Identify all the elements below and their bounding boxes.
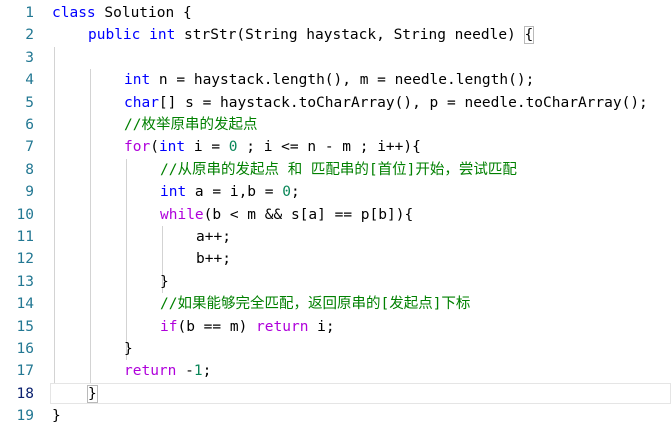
- code-token: strStr(String haystack, String needle): [175, 27, 525, 44]
- code-keyword: public: [88, 27, 141, 44]
- line-number: 8: [25, 161, 34, 178]
- code-line[interactable]: 11 a++;: [0, 226, 671, 248]
- line-number: 18: [16, 385, 34, 402]
- line-code: char[] s = haystack.toCharArray(), p = n…: [124, 92, 648, 114]
- code-editor[interactable]: 1 class Solution { 2 public int strStr(Stri…: [0, 0, 671, 427]
- line-code: b++;: [196, 248, 231, 270]
- code-comment: //从原串的发起点 和 匹配串的[首位]开始，尝试匹配: [160, 161, 517, 178]
- code-token: -: [176, 363, 194, 380]
- code-keyword: int: [124, 72, 151, 89]
- code-comment: //如果能够完全匹配，返回原串的[发起点]下标: [160, 296, 471, 313]
- line-code: }: [160, 271, 169, 293]
- code-token: 1: [193, 363, 203, 380]
- line-code: for(int i = 0 ; i <= n - m ; i++){: [124, 136, 421, 158]
- line-code: int n = haystack.length(), m = needle.le…: [124, 69, 534, 91]
- line-number: 6: [25, 117, 34, 133]
- code-token: }: [160, 273, 169, 290]
- code-token: ; i <= n - m ; i++){: [237, 139, 421, 156]
- line-number: 12: [16, 251, 34, 268]
- code-token: a = i,b =: [186, 184, 283, 201]
- line-code: }: [52, 405, 61, 427]
- code-token: 0: [282, 184, 291, 201]
- code-token: (b < m && s[a] == p[b]){: [203, 206, 414, 223]
- code-line[interactable]: 3: [0, 47, 671, 69]
- line-code: a++;: [196, 226, 231, 248]
- line-code: class Solution {: [52, 2, 192, 24]
- code-token: b++;: [196, 251, 231, 268]
- line-code: while(b < m && s[a] == p[b]){: [160, 204, 413, 226]
- line-code: public int strStr(String haystack, Strin…: [88, 24, 535, 46]
- code-keyword: int: [158, 139, 186, 156]
- line-number: 4: [25, 72, 34, 89]
- code-line[interactable]: 17 return -1;: [0, 360, 671, 382]
- line-number: 17: [16, 363, 34, 380]
- code-keyword: int: [149, 27, 176, 44]
- code-token: }: [124, 341, 133, 357]
- code-keyword: while: [160, 206, 204, 223]
- code-line[interactable]: 12 b++;: [0, 248, 671, 270]
- line-number: 19: [16, 408, 34, 425]
- line-number: 7: [25, 139, 34, 156]
- code-token: a++;: [196, 229, 231, 245]
- line-code: //枚举原串的发起点: [124, 114, 257, 136]
- code-keyword: return: [124, 363, 177, 380]
- current-line-highlight: [50, 383, 671, 405]
- line-code: }: [87, 383, 98, 405]
- line-number: 3: [25, 49, 34, 66]
- line-number: 15: [16, 318, 34, 335]
- line-number: 10: [16, 206, 34, 223]
- code-token: i;: [308, 318, 335, 335]
- code-keyword: if: [160, 318, 178, 335]
- code-token: [] s = haystack.toCharArray(), p = needl…: [158, 94, 648, 111]
- line-code: return -1;: [124, 360, 211, 382]
- code-keyword: char: [124, 94, 159, 111]
- line-code: }: [124, 338, 133, 360]
- code-keyword: class: [52, 5, 96, 21]
- line-code: //如果能够完全匹配，返回原串的[发起点]下标: [160, 293, 470, 315]
- line-number: 1: [25, 5, 34, 21]
- code-line[interactable]: 7 for(int i = 0 ; i <= n - m ; i++){: [0, 136, 671, 158]
- code-keyword: int: [160, 184, 187, 201]
- code-line[interactable]: 4 int n = haystack.length(), m = needle.l…: [0, 69, 671, 91]
- code-line[interactable]: 19}: [0, 405, 671, 427]
- line-number: 5: [25, 94, 34, 111]
- code-token: n = haystack.length(), m = needle.length…: [150, 72, 535, 89]
- code-keyword: for: [124, 139, 151, 156]
- code-line[interactable]: 13}: [0, 271, 671, 293]
- code-token: i =: [185, 139, 229, 156]
- code-token: (: [150, 139, 159, 156]
- code-keyword: return: [256, 318, 309, 335]
- code-token: ;: [202, 363, 212, 380]
- line-code: //从原串的发起点 和 匹配串的[首位]开始，尝试匹配: [160, 159, 517, 181]
- code-line[interactable]: 5 char[] s = haystack.toCharArray(), p = …: [0, 92, 671, 114]
- code-token: {: [523, 26, 535, 45]
- code-line[interactable]: 14 //如果能够完全匹配，返回原串的[发起点]下标: [0, 293, 671, 315]
- code-token: (b == m): [177, 318, 257, 335]
- line-code: if(b == m) return i;: [160, 316, 335, 338]
- code-line[interactable]: 10 while(b < m && s[a] == p[b]){: [0, 204, 671, 226]
- line-number: 2: [25, 27, 34, 44]
- line-number: 9: [25, 184, 34, 201]
- code-line[interactable]: 9 int a = i,b = 0;: [0, 181, 671, 203]
- code-token: }: [87, 384, 98, 403]
- line-number: 14: [16, 296, 34, 313]
- code-token: 0: [228, 139, 238, 156]
- code-line[interactable]: 16}: [0, 338, 671, 360]
- line-number: 16: [16, 341, 34, 357]
- code-token: Solution {: [95, 5, 192, 21]
- code-comment: //枚举原串的发起点: [124, 117, 258, 133]
- code-token: }: [52, 408, 61, 425]
- code-line[interactable]: 15 if(b == m) return i;: [0, 316, 671, 338]
- text-cursor: [96, 384, 98, 403]
- code-line[interactable]: 18}: [0, 382, 671, 406]
- code-line[interactable]: 8 //从原串的发起点 和 匹配串的[首位]开始，尝试匹配: [0, 159, 671, 181]
- code-line[interactable]: 6 //枚举原串的发起点: [0, 114, 671, 136]
- line-number: 13: [16, 273, 34, 290]
- code-line[interactable]: 1 class Solution {: [0, 2, 671, 24]
- line-number: 11: [16, 229, 34, 245]
- line-code: int a = i,b = 0;: [160, 181, 300, 203]
- code-line[interactable]: 2 public int strStr(String haystack, Stri…: [0, 24, 671, 46]
- code-token: ;: [290, 184, 300, 201]
